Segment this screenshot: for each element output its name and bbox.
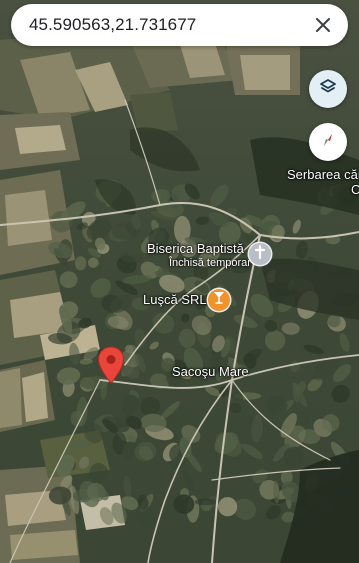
layers-icon (318, 77, 338, 102)
layers-button[interactable] (309, 70, 347, 108)
compass-button[interactable] (309, 123, 347, 161)
search-bar[interactable]: 45.590563,21.731677 (11, 4, 348, 46)
offscreen-place-label[interactable]: Serbarea căn (287, 167, 359, 182)
village-label[interactable]: Sacoşu Mare (172, 364, 249, 379)
business-label[interactable]: Luşcă SRL (143, 292, 207, 307)
offscreen-place-fragment: C (351, 182, 359, 197)
compass-icon (318, 130, 338, 155)
map-pin[interactable] (97, 346, 125, 386)
offscreen-place-name: Serbarea căn (287, 167, 359, 182)
church-label[interactable]: Biserica Baptistă (147, 241, 244, 256)
church-cross-icon (254, 244, 266, 264)
search-input[interactable]: 45.590563,21.731677 (29, 15, 308, 35)
map-pin-icon (97, 346, 125, 390)
close-icon[interactable] (308, 10, 338, 40)
bar-poi[interactable] (208, 289, 230, 311)
satellite-map[interactable] (0, 0, 359, 563)
garden-plot (194, 498, 217, 506)
map-app: 45.590563,21.731677 Serbarea căn C Biser… (0, 0, 359, 563)
church-poi[interactable] (249, 243, 271, 265)
cocktail-glass-icon (213, 291, 225, 309)
church-status-label: Închisă temporar (169, 257, 251, 269)
